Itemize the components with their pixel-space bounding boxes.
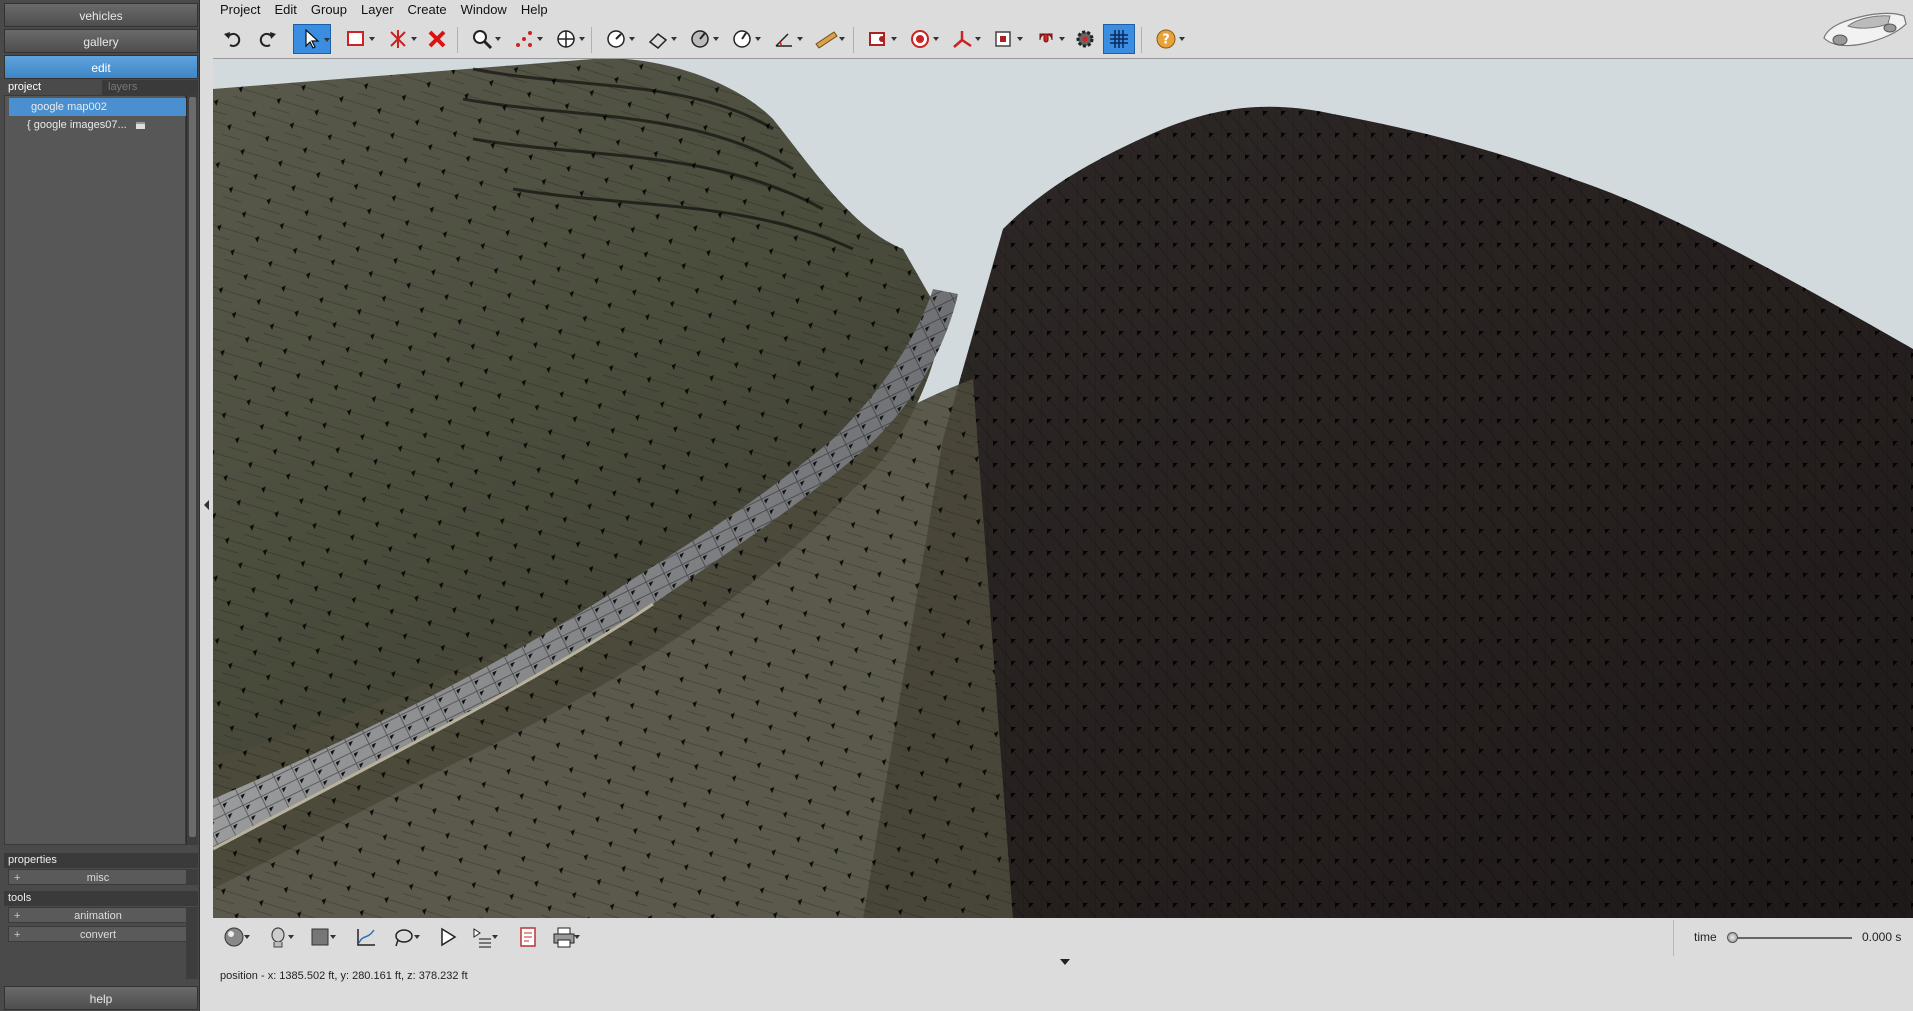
properties-label: properties <box>4 853 198 868</box>
properties-scrollbar[interactable] <box>186 869 198 885</box>
grid-icon[interactable] <box>1103 24 1135 54</box>
pan-icon[interactable] <box>547 24 585 54</box>
axes-icon[interactable] <box>943 24 981 54</box>
graph-icon[interactable] <box>349 922 383 952</box>
bottom-toolbar <box>213 918 1913 958</box>
time-slider-handle[interactable] <box>1727 932 1738 943</box>
menu-group[interactable]: Group <box>304 0 354 20</box>
target-icon[interactable] <box>901 24 939 54</box>
left-sidebar: vehicles gallery edit project layers goo… <box>0 0 200 1011</box>
tree-item-google-images[interactable]: { google images07... <box>9 116 187 134</box>
menu-window[interactable]: Window <box>454 0 514 20</box>
menu-bar: Project Edit Group Layer Create Window Help <box>213 0 555 20</box>
time-track[interactable] <box>1732 937 1852 939</box>
animation-label: animation <box>74 910 122 922</box>
convert-accordion[interactable]: + convert <box>8 926 188 942</box>
magnet-icon[interactable] <box>1027 24 1065 54</box>
head-icon[interactable] <box>261 922 295 952</box>
main-toolbar: ? <box>213 24 1213 56</box>
zoom-icon[interactable] <box>463 24 501 54</box>
gallery-button[interactable]: gallery <box>4 29 198 53</box>
tab-layers[interactable]: layers <box>104 80 198 95</box>
node-edit-icon[interactable] <box>379 24 417 54</box>
gauge-icon[interactable] <box>597 24 635 54</box>
misc-label: misc <box>86 872 110 884</box>
rectangle-select-icon[interactable] <box>337 24 375 54</box>
svg-text:?: ? <box>1162 33 1170 48</box>
dimension-icon[interactable] <box>765 24 803 54</box>
redo-icon[interactable] <box>251 24 283 54</box>
car-logo-icon <box>1818 2 1910 52</box>
expand-plus-icon: + <box>14 929 21 941</box>
tree-item-google-map[interactable]: google map002 <box>9 98 187 116</box>
panel-dropdown-arrow-icon[interactable] <box>1060 959 1070 965</box>
marker-icon[interactable] <box>859 24 897 54</box>
menu-create[interactable]: Create <box>401 0 454 20</box>
time-value: 0.000 s <box>1862 930 1902 944</box>
project-tree: google map002 { google images07... <box>4 95 187 845</box>
menu-edit[interactable]: Edit <box>267 0 303 20</box>
report-icon[interactable] <box>511 922 545 952</box>
time-label: time <box>1694 930 1717 944</box>
3d-viewport[interactable] <box>213 58 1913 918</box>
delete-icon[interactable] <box>421 24 453 54</box>
animation-accordion[interactable]: + animation <box>8 907 188 923</box>
expand-plus-icon: + <box>14 872 21 884</box>
expand-plus-icon: + <box>14 910 21 922</box>
tree-scrollbar[interactable] <box>186 95 198 845</box>
help-button[interactable]: help <box>4 986 198 1010</box>
convert-label: convert <box>79 929 117 941</box>
gear-icon[interactable] <box>1069 24 1101 54</box>
camera-frame-icon[interactable] <box>985 24 1023 54</box>
vehicles-button[interactable]: vehicles <box>4 3 198 27</box>
menu-layer[interactable]: Layer <box>354 0 401 20</box>
tree-item-label: { google images07... <box>27 119 127 131</box>
square-icon[interactable] <box>303 922 337 952</box>
sidebar-tabs: project layers <box>4 80 198 95</box>
lasso-icon[interactable] <box>387 922 421 952</box>
undo-icon[interactable] <box>217 24 249 54</box>
menu-help[interactable]: Help <box>514 0 555 20</box>
tab-project[interactable]: project <box>4 80 102 95</box>
edit-button[interactable]: edit <box>4 55 198 79</box>
tools-scrollbar[interactable] <box>186 907 198 979</box>
play-icon[interactable] <box>431 922 465 952</box>
tools-label: tools <box>4 891 198 906</box>
status-position: position - x: 1385.502 ft, y: 280.161 ft… <box>220 970 468 982</box>
select-arrow-icon[interactable] <box>293 24 331 54</box>
clapper-icon <box>135 121 145 129</box>
sphere-icon[interactable] <box>217 922 251 952</box>
eraser-icon[interactable] <box>639 24 677 54</box>
angle-gauge-icon[interactable] <box>681 24 719 54</box>
menu-project[interactable]: Project <box>213 0 267 20</box>
measure-icon[interactable] <box>723 24 761 54</box>
print-icon[interactable] <box>547 922 581 952</box>
points-icon[interactable] <box>505 24 543 54</box>
time-slider-panel: time 0.000 s <box>1673 920 1913 956</box>
sequence-icon[interactable] <box>465 922 499 952</box>
ruler-icon[interactable] <box>807 24 845 54</box>
misc-accordion[interactable]: + misc <box>8 869 188 885</box>
collapse-sidebar-arrow[interactable] <box>204 500 209 510</box>
help-icon[interactable]: ? <box>1147 24 1185 54</box>
